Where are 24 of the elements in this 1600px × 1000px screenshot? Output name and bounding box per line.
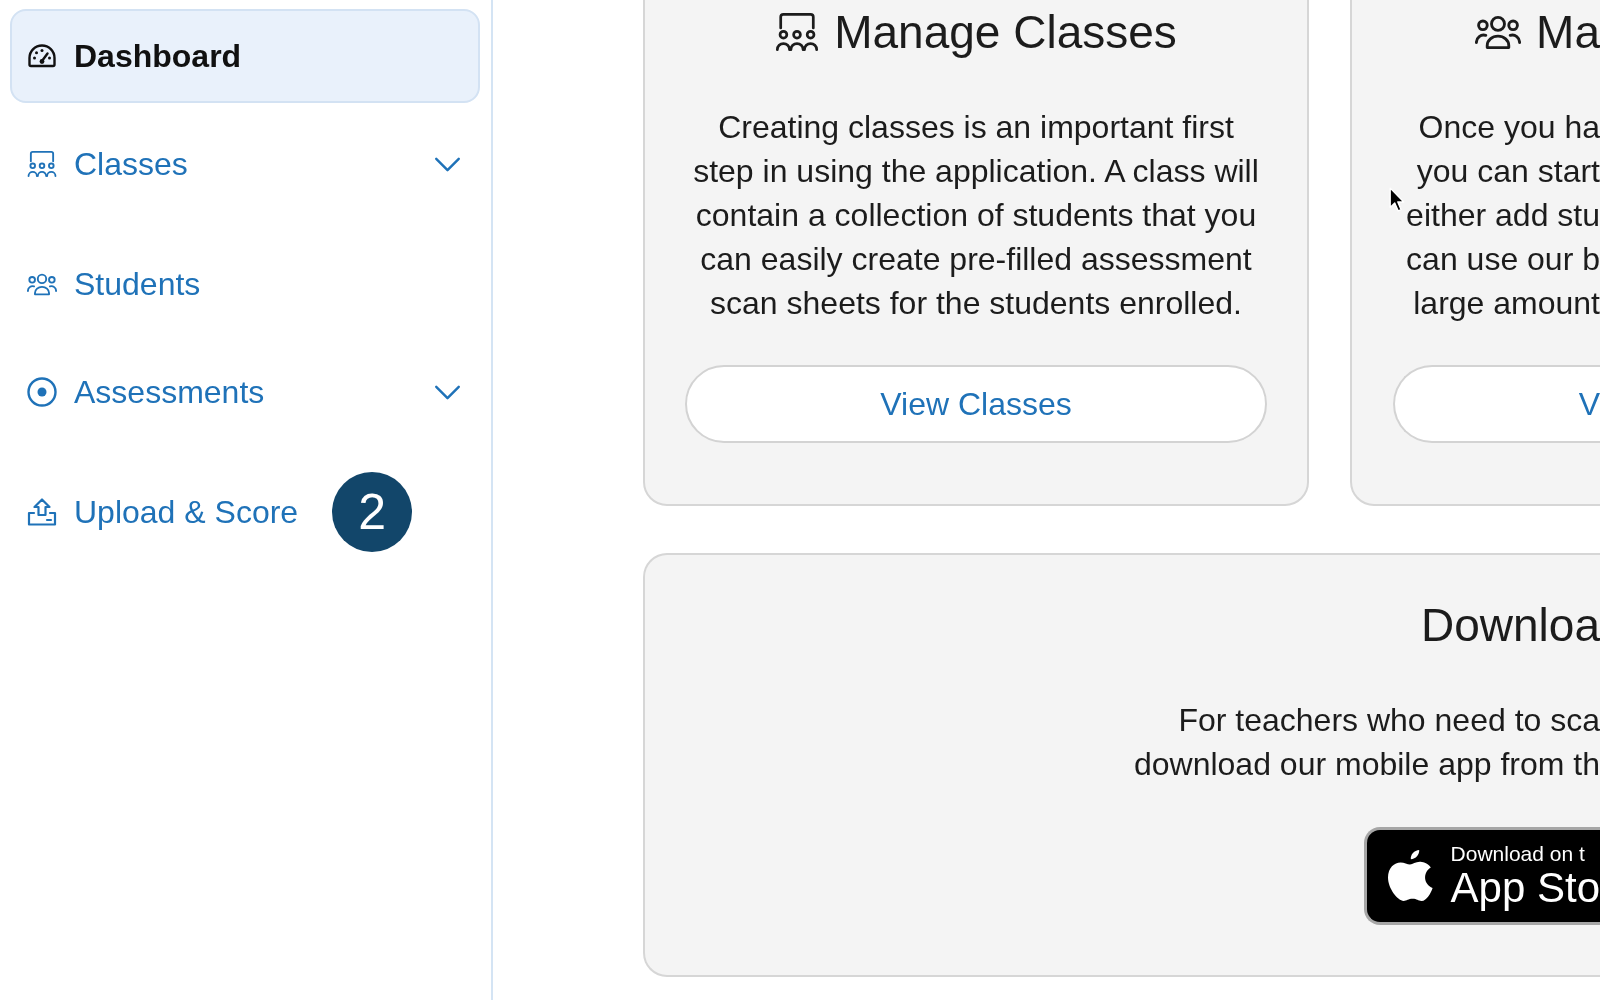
card-description: Creating classes is an important first step in using the application. A class will contain a collection of students that you can easily create pre-filled assessment scan sheets for the students enrolled. — [692, 108, 1260, 323]
card-title: Ma — [1536, 6, 1600, 58]
users-icon — [27, 272, 57, 296]
sidebar-item[interactable]: Dashboard — [10, 9, 480, 103]
store-download-button[interactable]: Download on t App Sto — [1363, 827, 1600, 925]
mouse-cursor-icon — [1389, 187, 1405, 212]
sidebar-item[interactable]: Students — [10, 237, 480, 331]
sidebar-item[interactable]: Assessments — [10, 345, 480, 439]
card-description: For teachers who need to sca download our mobile app from th — [1133, 701, 1600, 784]
apple-icon — [1385, 848, 1434, 904]
action-button[interactable]: View Classes — [685, 365, 1267, 443]
count-badge: 2 — [332, 472, 413, 552]
card-description: Once you ha you can start either add stu can use our b large amount — [1406, 108, 1600, 323]
sidebar-item[interactable]: Classes — [10, 117, 480, 211]
upload-icon — [27, 498, 57, 526]
section-title: Downloa — [1421, 599, 1600, 651]
card-title: Manage Classes — [834, 6, 1177, 58]
classroom-icon — [27, 151, 57, 177]
sidebar-item[interactable]: Upload & Score 2 — [10, 465, 480, 559]
gauge-icon — [27, 44, 57, 68]
users-icon — [1475, 14, 1522, 50]
classroom-icon — [775, 13, 820, 51]
target-icon — [27, 377, 57, 407]
action-button[interactable]: V — [1393, 365, 1600, 443]
